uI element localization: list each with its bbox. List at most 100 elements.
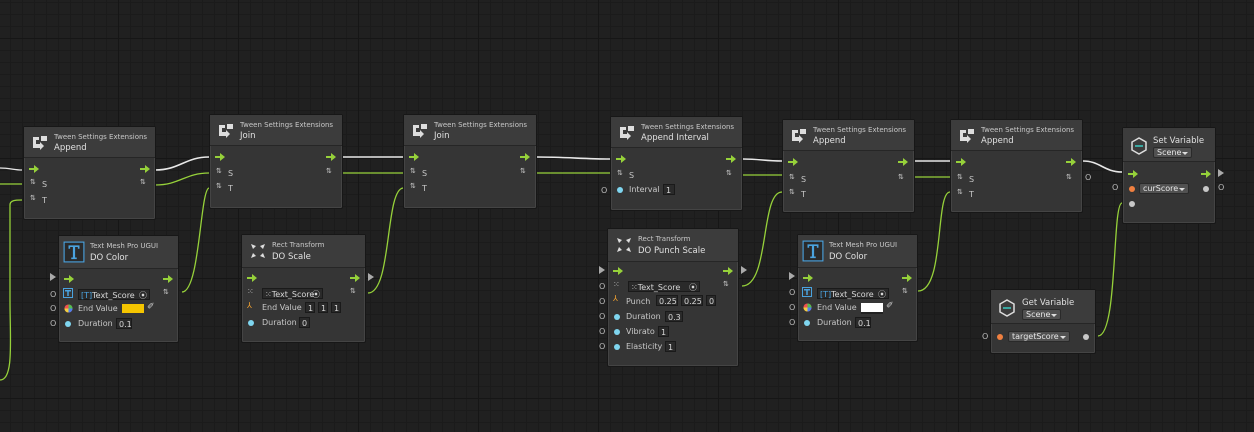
- sequence-out-icon[interactable]: ⇅: [1066, 173, 1072, 181]
- node-header[interactable]: Tween Settings Extensions Append Interva…: [611, 117, 742, 148]
- flow-out-icon[interactable]: [726, 155, 736, 163]
- elasticity-port-o[interactable]: O: [599, 342, 605, 351]
- target-object-field[interactable]: ⁙Text_Score ⦿: [628, 281, 700, 292]
- flow-in-icon[interactable]: [788, 158, 798, 166]
- flow-out-icon[interactable]: [723, 267, 733, 275]
- duration-input[interactable]: 0.3: [665, 311, 683, 322]
- value-out-port[interactable]: [1203, 186, 1209, 192]
- object-picker-icon[interactable]: ⦿: [689, 282, 697, 293]
- node-header[interactable]: Set Variable Scene: [1123, 128, 1215, 162]
- punch-port-o[interactable]: O: [599, 297, 605, 306]
- sequence-out-icon[interactable]: ⇅: [140, 178, 146, 186]
- setvar-in-o[interactable]: O: [1112, 183, 1118, 192]
- vibrato-input[interactable]: 1: [658, 326, 669, 337]
- eyedropper-icon[interactable]: ✐: [886, 301, 894, 311]
- node-append-2[interactable]: Tween Settings Extensions Append ⇅ S ⇅ ⇅…: [782, 119, 915, 213]
- end-color-swatch[interactable]: [861, 303, 883, 314]
- flow-in-icon[interactable]: [409, 153, 419, 161]
- flow-out-icon[interactable]: [520, 153, 530, 161]
- node-append-3[interactable]: Tween Settings Extensions Append ⇅ S ⇅ ⇅…: [950, 119, 1083, 213]
- node-header[interactable]: Tween Settings Extensions Append: [951, 120, 1082, 151]
- graph-canvas[interactable]: [0, 0, 1254, 432]
- duration-input[interactable]: 0.1: [116, 318, 132, 329]
- value-out-port[interactable]: [1083, 334, 1089, 340]
- node-get-variable[interactable]: Get Variable Scene targetScore: [990, 289, 1096, 354]
- end-color-swatch[interactable]: [122, 304, 144, 313]
- node-header[interactable]: Tween Settings Extensions Append: [24, 127, 155, 158]
- variable-name-dropdown[interactable]: targetScore: [1008, 331, 1070, 342]
- setvar-out-o[interactable]: O: [1218, 183, 1224, 192]
- duration-port-o[interactable]: O: [599, 312, 605, 321]
- value-in-port[interactable]: [1129, 201, 1135, 207]
- variable-name-dropdown[interactable]: curScore: [1139, 183, 1190, 194]
- node-join-2[interactable]: Tween Settings Extensions Join ⇅ S ⇅ ⇅ T: [403, 114, 537, 209]
- node-do-scale[interactable]: Rect Transform DO Scale ⁙ ⁙Text_Score ⦿ ⇅…: [241, 234, 366, 343]
- flow-out-icon[interactable]: [163, 275, 173, 283]
- flow-in-arrow[interactable]: [50, 273, 56, 281]
- flow-out-icon[interactable]: [140, 165, 150, 173]
- duration-port-o[interactable]: O: [50, 319, 56, 328]
- eyedropper-icon[interactable]: ✐: [147, 302, 155, 312]
- flow-out-icon[interactable]: [326, 153, 336, 161]
- sequence-out-icon[interactable]: ⇅: [326, 167, 332, 175]
- target-object-field[interactable]: [T]Text_Score ⦿: [817, 288, 889, 299]
- node-header[interactable]: Get Variable Scene: [991, 290, 1095, 324]
- tween-out-icon[interactable]: ⇅: [163, 288, 169, 296]
- sequence-out-icon[interactable]: ⇅: [520, 167, 526, 175]
- append3-port-o[interactable]: O: [1085, 173, 1091, 182]
- flow-out-arrow[interactable]: [1218, 169, 1224, 177]
- object-picker-icon[interactable]: ⦿: [139, 290, 147, 301]
- flow-out-arrow[interactable]: [368, 273, 374, 281]
- punch-y[interactable]: 0.25: [681, 295, 703, 306]
- end-value-x[interactable]: 1: [305, 302, 315, 313]
- tween-out-icon[interactable]: ⇅: [723, 280, 729, 288]
- flow-out-icon[interactable]: [350, 274, 360, 282]
- node-header[interactable]: Rect Transform DO Scale: [242, 235, 365, 268]
- duration-input[interactable]: 0.1: [855, 317, 871, 328]
- node-do-punch-scale[interactable]: Rect Transform DO Punch Scale ⁙ ⁙Text_Sc…: [607, 228, 739, 367]
- target-object-field[interactable]: ⁙Text_Score ⦿: [262, 288, 323, 299]
- tween-out-icon[interactable]: ⇅: [350, 287, 356, 295]
- flow-in-icon[interactable]: [215, 153, 225, 161]
- getvar-port-o[interactable]: O: [982, 332, 988, 341]
- node-header[interactable]: Rect Transform DO Punch Scale: [608, 229, 738, 262]
- end-value-port-o[interactable]: O: [789, 303, 795, 312]
- flow-in-icon[interactable]: [956, 158, 966, 166]
- flow-in-arrow[interactable]: [599, 266, 605, 274]
- object-picker-icon[interactable]: ⦿: [878, 289, 886, 300]
- scope-dropdown[interactable]: Scene: [1022, 309, 1062, 320]
- flow-in-icon[interactable]: [613, 267, 623, 275]
- node-header[interactable]: Text Mesh Pro UGUI DO Color: [798, 235, 917, 268]
- node-header[interactable]: Tween Settings Extensions Join: [210, 115, 342, 146]
- node-append-1[interactable]: Tween Settings Extensions Append ⇅ S ⇅ ⇅…: [23, 126, 156, 220]
- target-port-o[interactable]: O: [789, 288, 795, 297]
- flow-in-icon[interactable]: [29, 165, 39, 173]
- target-port-o[interactable]: O: [50, 290, 56, 299]
- flow-in-icon[interactable]: [64, 275, 74, 283]
- tween-out-icon[interactable]: ⇅: [902, 287, 908, 295]
- flow-out-icon[interactable]: [1201, 170, 1211, 178]
- flow-out-arrow[interactable]: [741, 266, 747, 274]
- flow-out-icon[interactable]: [1066, 158, 1076, 166]
- flow-in-arrow[interactable]: [789, 272, 795, 280]
- end-value-z[interactable]: 1: [331, 302, 341, 313]
- flow-in-icon[interactable]: [1128, 170, 1138, 178]
- end-value-port-o[interactable]: O: [50, 304, 56, 313]
- node-do-color-2[interactable]: Text Mesh Pro UGUI DO Color [T]Text_Scor…: [797, 234, 918, 342]
- sequence-out-icon[interactable]: ⇅: [726, 169, 732, 177]
- sequence-out-icon[interactable]: ⇅: [898, 173, 904, 181]
- object-picker-icon[interactable]: ⦿: [312, 289, 320, 300]
- node-header[interactable]: Text Mesh Pro UGUI DO Color: [59, 236, 178, 269]
- flow-in-icon[interactable]: [616, 155, 626, 163]
- end-value-y[interactable]: 1: [318, 302, 328, 313]
- node-set-variable[interactable]: Set Variable Scene curScore: [1122, 127, 1216, 224]
- elasticity-input[interactable]: 1: [665, 341, 676, 352]
- flow-in-icon[interactable]: [247, 274, 257, 282]
- punch-z[interactable]: 0: [706, 295, 716, 306]
- node-header[interactable]: Tween Settings Extensions Append: [783, 120, 914, 151]
- flow-in-icon[interactable]: [803, 274, 813, 282]
- interval-port-o[interactable]: O: [601, 186, 607, 195]
- flow-out-icon[interactable]: [898, 158, 908, 166]
- target-object-field[interactable]: [T]Text_Score ⦿: [78, 289, 150, 300]
- punch-x[interactable]: 0.25: [656, 295, 678, 306]
